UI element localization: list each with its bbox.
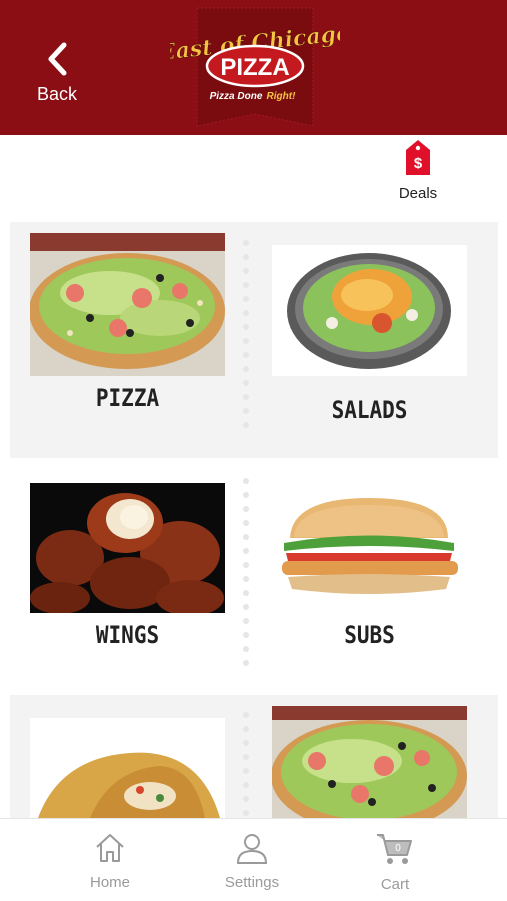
row-divider (243, 478, 251, 674)
menu-item-pizza[interactable]: PIZZA (30, 233, 225, 412)
brand-tagline-text: Pizza Done (210, 91, 263, 102)
menu-item-salads[interactable]: SALADS (272, 245, 467, 424)
pizza-image-2 (272, 706, 467, 818)
menu-item-calzone[interactable] (30, 718, 225, 828)
brand-main-text: PIZZA (220, 54, 289, 81)
chevron-left-icon (48, 42, 67, 76)
brand-logo: East of Chicago PIZZA Pizza Done Right! (156, 6, 352, 130)
user-icon (236, 834, 268, 864)
wings-image (30, 483, 225, 613)
menu-item-pizza-2[interactable] (272, 706, 467, 828)
tab-settings[interactable]: Settings (202, 831, 302, 891)
price-tag-icon: $ (406, 140, 430, 175)
menu-item-subs[interactable]: SUBS (272, 483, 467, 649)
brand-tagline-accent: Right! (267, 91, 297, 102)
tab-home[interactable]: Home (60, 831, 160, 891)
menu-item-label: WINGS (95, 621, 160, 649)
deals-button[interactable]: $ Deals (390, 138, 446, 213)
sub-image (272, 483, 467, 613)
menu-item-label: SUBS (344, 621, 395, 649)
cart-count: 0 (395, 843, 401, 854)
calzone-image (30, 718, 225, 818)
tab-cart[interactable]: 0 Cart (345, 831, 445, 893)
bottom-tab-bar: Home Settings 0 Cart (0, 818, 507, 901)
salad-image (272, 245, 467, 376)
pizza-image (30, 233, 225, 376)
app-header: Back East of Chicago PIZZA Pizza Done Ri… (0, 0, 507, 135)
tab-settings-label: Settings (224, 874, 280, 891)
tab-home-label: Home (89, 874, 130, 891)
home-icon (96, 834, 124, 862)
menu-item-label: PIZZA (95, 384, 160, 412)
back-label: Back (36, 84, 78, 104)
menu-item-label: SALADS (331, 396, 408, 424)
cart-icon: 0 (377, 834, 412, 864)
deals-label: Deals (398, 185, 438, 202)
tab-cart-label: Cart (380, 876, 410, 893)
back-button[interactable]: Back (22, 38, 92, 108)
menu-item-wings[interactable]: WINGS (30, 483, 225, 649)
svg-text:$: $ (414, 155, 423, 172)
row-divider (243, 240, 251, 436)
